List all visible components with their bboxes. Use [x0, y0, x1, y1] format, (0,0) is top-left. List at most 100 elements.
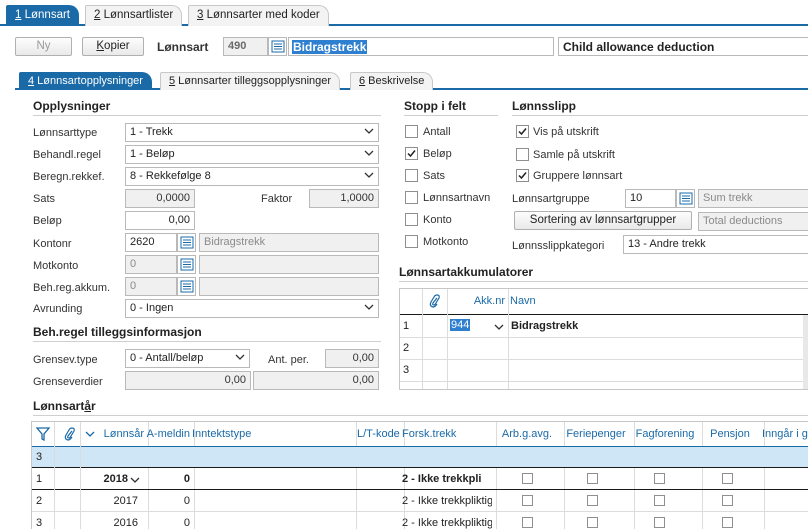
- tab-lonnsartlister-label: Lønnsartlister: [100, 9, 174, 21]
- subtab3-label: Beskrivelse: [365, 75, 425, 87]
- akk-col-akknr[interactable]: Akk.nr: [448, 295, 505, 307]
- akk-nr-cell[interactable]: 944: [450, 319, 506, 335]
- grensev-label: Grensev.type: [33, 354, 98, 366]
- paperclip-icon[interactable]: [429, 294, 441, 308]
- forsk-trekk-cell[interactable]: 2 - Ikke trekkpliktig: [402, 517, 492, 529]
- tab-lonnsarter-med-koder[interactable]: 3 Lønnsarter med koder: [188, 5, 329, 26]
- new-row[interactable]: [32, 447, 808, 467]
- behregel-divider: [33, 341, 381, 342]
- year-cell[interactable]: 2016: [92, 517, 138, 529]
- stopp-checkbox[interactable]: [405, 125, 418, 138]
- copy-button-label: opier: [104, 40, 130, 52]
- behandl-select[interactable]: 1 - Beløp: [125, 145, 379, 164]
- stopp-checkbox[interactable]: [405, 235, 418, 248]
- paperclip-icon[interactable]: [64, 427, 76, 441]
- english-name-field[interactable]: Child allowance deduction: [558, 37, 808, 56]
- stopp-label: Konto: [423, 214, 452, 226]
- samle-checkbox[interactable]: [516, 148, 529, 161]
- tab-lonnsartlister[interactable]: 2 Lønnsartlister: [85, 5, 183, 26]
- col-header[interactable]: Pensjon: [700, 428, 760, 440]
- motkonto-name: [199, 255, 379, 274]
- opplysninger-divider: [33, 115, 381, 116]
- behreg-lookup-button[interactable]: [177, 277, 196, 296]
- kategori-value: 13 - Andre trekk: [628, 238, 706, 250]
- beregn-label: Beregn.rekkef.: [33, 171, 105, 183]
- tab-lonnsart-label: Lønnsart: [21, 9, 70, 21]
- stopp-checkbox[interactable]: [405, 191, 418, 204]
- col-header[interactable]: Fagforening: [632, 428, 698, 440]
- checkmark-icon: [518, 172, 527, 180]
- grensev-select[interactable]: 0 - Antall/beløp: [125, 349, 250, 368]
- list-lookup-icon: [271, 40, 285, 53]
- akk-row-number: 1: [403, 320, 410, 332]
- kategori-select[interactable]: 13 - Andre trekk: [623, 235, 808, 254]
- akk-scrollbar[interactable]: [803, 315, 808, 389]
- tab-beskrivelse[interactable]: 6 Beskrivelse: [350, 72, 434, 90]
- gruppe-field[interactable]: 10: [625, 189, 676, 208]
- year-cell[interactable]: 2018: [92, 473, 128, 485]
- filter-icon[interactable]: [36, 427, 50, 441]
- amelding-cell[interactable]: 0: [146, 473, 190, 485]
- stopp-label: Beløp: [423, 148, 452, 160]
- new-button[interactable]: Ny: [15, 37, 72, 56]
- col-header[interactable]: Arb.g.avg.: [494, 428, 560, 440]
- amelding-cell[interactable]: 0: [146, 495, 190, 507]
- tab-lonnsartopplysninger[interactable]: 4 Lønnsartopplysninger: [19, 72, 152, 90]
- col-header[interactable]: Feriepenger: [562, 428, 630, 440]
- stopp-checkbox[interactable]: [405, 169, 418, 182]
- motkonto-lookup-button[interactable]: [177, 255, 196, 274]
- amelding-cell[interactable]: 0: [146, 517, 190, 529]
- stopp-checkbox[interactable]: [405, 147, 418, 160]
- col-header[interactable]: Lønnsår: [96, 428, 144, 440]
- stopp-checkbox[interactable]: [405, 213, 418, 226]
- akkumulator-grid: Akk.nr Navn 1 944 Bidragstrekk 2 3: [399, 288, 808, 390]
- col-header[interactable]: Inngår i gr: [762, 428, 808, 440]
- akk-divider: [508, 289, 509, 389]
- akk-col-navn[interactable]: Navn: [510, 295, 536, 307]
- lonnsslipp-heading: Lønnsslipp: [512, 99, 576, 113]
- col-header[interactable]: L/T-kode: [357, 428, 400, 440]
- gruppe-lookup-button[interactable]: [676, 189, 695, 208]
- belop-field[interactable]: 0,00: [125, 211, 195, 230]
- subtab2-label: Lønnsarter tilleggsopplysninger: [175, 75, 332, 87]
- akk-navn-value: Bidragstrekk: [511, 320, 579, 332]
- sats-label: Sats: [33, 193, 56, 205]
- year-cell[interactable]: 2017: [92, 495, 138, 507]
- lonnsart-name-field[interactable]: Bidragstrekk: [288, 37, 554, 56]
- col-header[interactable]: A-meldin: [146, 428, 190, 440]
- grid-checkbox: [522, 517, 533, 528]
- sub-tabbar: 4 Lønnsartopplysninger 5 Lønnsarter till…: [15, 71, 808, 90]
- list-lookup-icon: [679, 192, 693, 205]
- tab-tilleggsopplysninger[interactable]: 5 Lønnsarter tilleggsopplysninger: [160, 72, 341, 90]
- gruppere-checkbox[interactable]: [516, 169, 529, 182]
- tab-lonnsart[interactable]: 1 Lønnsart: [6, 5, 79, 26]
- kontonr-lookup-button[interactable]: [177, 233, 196, 252]
- akk-divider: [422, 289, 423, 389]
- stopp-label: Sats: [423, 170, 446, 182]
- vis-checkbox[interactable]: [516, 125, 529, 138]
- gruppe-name: Sum trekk: [698, 189, 808, 208]
- lonnsarttype-value: 1 - Trekk: [130, 126, 173, 138]
- grid-checkbox: [654, 473, 665, 484]
- forsk-trekk-cell[interactable]: 2 - Ikke trekkpli: [402, 473, 492, 485]
- lonnsart-label: Lønnsart: [157, 40, 209, 54]
- kontonr-field[interactable]: 2620: [125, 233, 177, 252]
- forsk-trekk-cell[interactable]: 2 - Ikke trekkpliktig: [402, 495, 492, 507]
- sort-desc-icon[interactable]: [85, 430, 95, 438]
- avrunding-select[interactable]: 0 - Ingen: [125, 299, 379, 318]
- sortering-button[interactable]: Sortering av lønnsartgrupper: [514, 211, 692, 230]
- belop-label: Beløp: [33, 215, 62, 227]
- beregn-select[interactable]: 8 - Rekkefølge 8: [125, 167, 379, 186]
- lookup-button[interactable]: [268, 37, 287, 56]
- stopp-label: Lønnsartnavn: [423, 192, 491, 204]
- lonnsartar-divider: [33, 415, 808, 416]
- behregel-heading: Beh.regel tilleggsinformasjon: [33, 325, 202, 339]
- lonnsarttype-select[interactable]: 1 - Trekk: [125, 123, 379, 142]
- akkumulatorer-heading: Lønnsartakkumulatorer: [399, 265, 534, 279]
- copy-button[interactable]: Kopier: [82, 37, 144, 56]
- row-line: [32, 489, 808, 490]
- col-header[interactable]: Forsk.trekk: [402, 428, 492, 440]
- col-header[interactable]: Inntektstype: [192, 428, 352, 440]
- vis-label: Vis på utskrift: [533, 126, 599, 138]
- row-number: 2: [36, 495, 43, 507]
